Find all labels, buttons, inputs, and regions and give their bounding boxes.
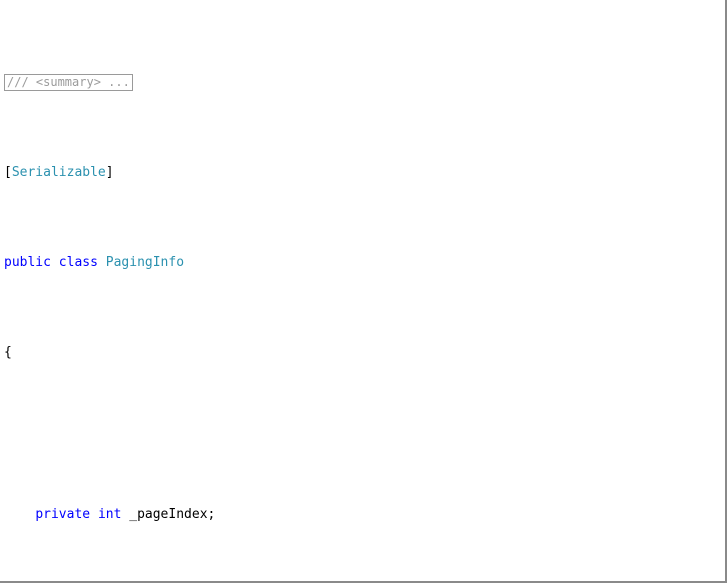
code-editor-surface[interactable]: /// <summary> ... [Serializable] public … bbox=[0, 0, 723, 579]
keyword-public: public bbox=[4, 255, 51, 270]
keyword-int: int bbox=[97, 507, 122, 522]
attribute-name-serializable: Serializable bbox=[11, 165, 106, 180]
brace-open: { bbox=[4, 345, 12, 360]
bracket-close: ] bbox=[105, 165, 114, 180]
code-line-class-summary: /// <summary> ... bbox=[4, 74, 723, 92]
semicolon: ; bbox=[207, 507, 216, 522]
keyword-class: class bbox=[58, 255, 98, 270]
code-line-class-declaration: public class PagingInfo bbox=[4, 254, 723, 272]
code-line-class-open-brace: { bbox=[4, 344, 723, 362]
field-name-page-index: _pageIndex bbox=[129, 507, 208, 522]
collapsed-summary-region-class[interactable]: /// <summary> ... bbox=[4, 74, 133, 91]
code-editor-screenshot: /// <summary> ... [Serializable] public … bbox=[0, 0, 727, 583]
code-line-class-attribute: [Serializable] bbox=[4, 164, 723, 182]
code-line-field-page-index: private int _pageIndex; bbox=[4, 506, 723, 524]
bracket-open: [ bbox=[4, 165, 12, 180]
class-name-paginginfo: PagingInfo bbox=[105, 255, 185, 270]
keyword-private: private bbox=[35, 507, 91, 522]
